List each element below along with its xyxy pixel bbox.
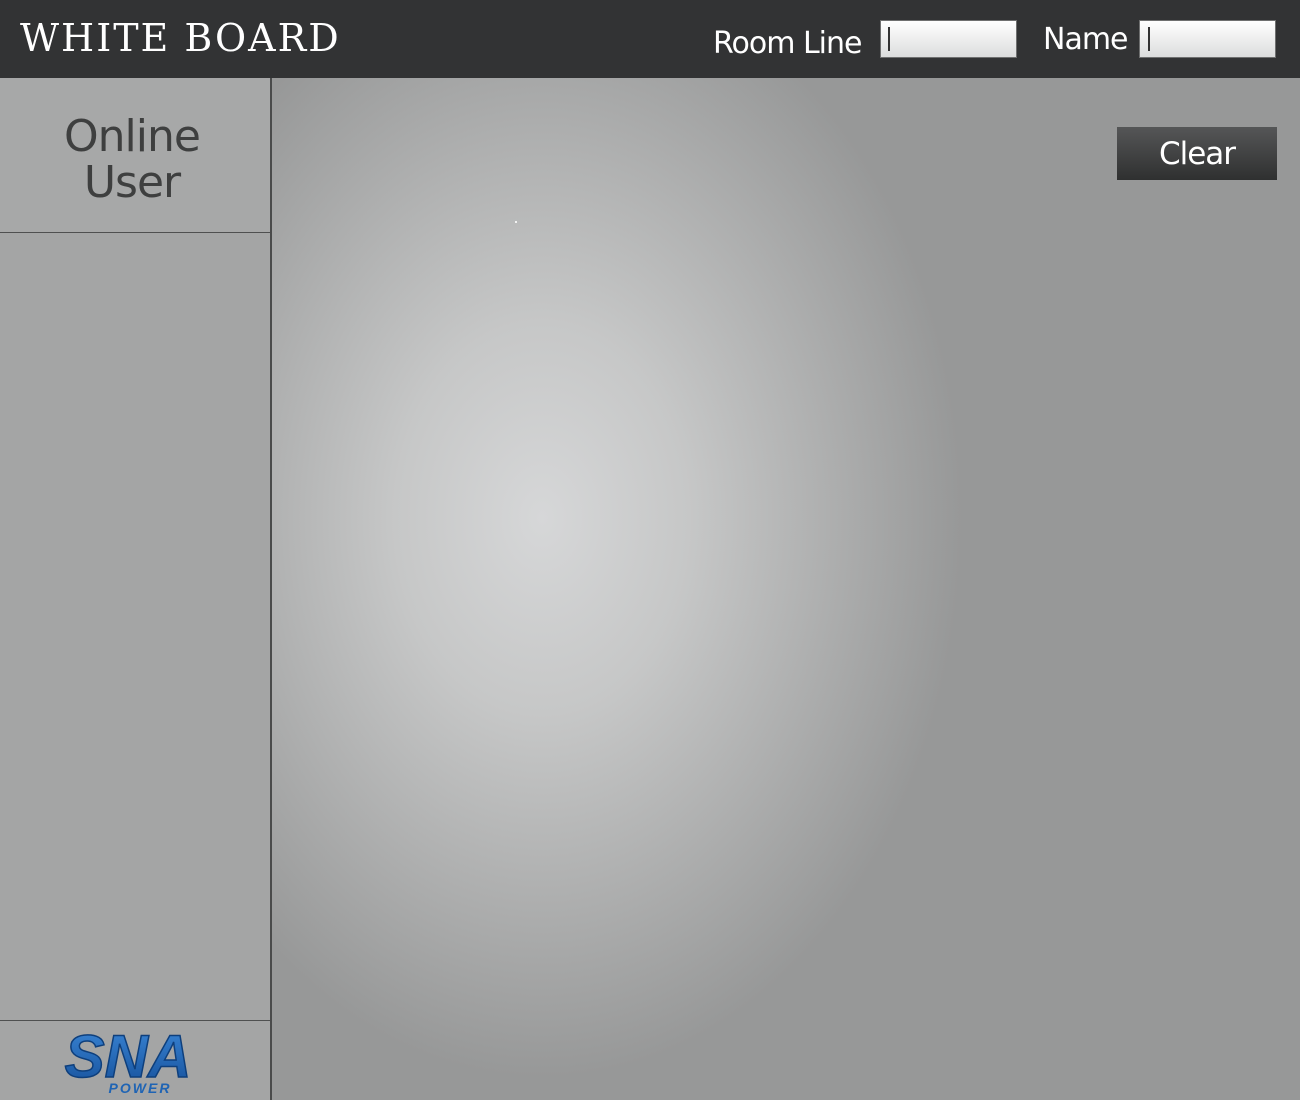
top-bar: WHITE BOARD Room Line Name xyxy=(0,0,1300,78)
online-user-list xyxy=(0,233,270,1020)
name-input[interactable] xyxy=(1139,20,1276,58)
clear-button[interactable]: Clear xyxy=(1117,127,1277,180)
logo-sub-text: POWER xyxy=(109,1080,172,1096)
online-user-title-line2: User xyxy=(83,157,181,208)
whiteboard-app: WHITE BOARD Room Line Name Online User S… xyxy=(0,0,1300,1100)
name-input-caret xyxy=(1148,27,1150,51)
room-line-input[interactable] xyxy=(880,20,1017,58)
online-user-title-line1: Online xyxy=(64,111,201,162)
name-label: Name xyxy=(1043,22,1129,57)
sidebar-footer: SNA POWER xyxy=(0,1020,270,1100)
sna-power-logo: SNA POWER xyxy=(64,1025,192,1096)
room-input-caret xyxy=(888,27,890,51)
online-user-sidebar: Online User SNA POWER xyxy=(0,78,272,1100)
online-user-header: Online User xyxy=(0,78,270,233)
drawing-canvas[interactable]: Clear xyxy=(272,78,1300,1100)
canvas-mark xyxy=(515,221,517,223)
online-user-title: Online User xyxy=(0,114,264,206)
room-line-label: Room Line xyxy=(713,26,862,61)
app-title: WHITE BOARD xyxy=(20,16,341,60)
